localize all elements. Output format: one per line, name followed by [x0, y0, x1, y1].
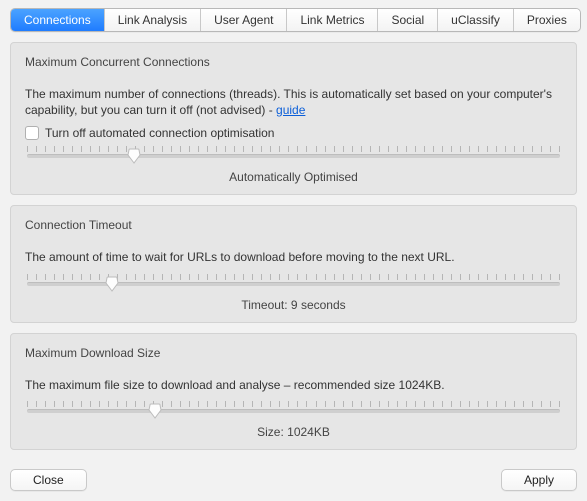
panel-title: Maximum Concurrent Connections: [25, 55, 562, 69]
apply-button[interactable]: Apply: [501, 469, 577, 491]
download-slider[interactable]: [25, 401, 562, 415]
tab-link-analysis[interactable]: Link Analysis: [105, 9, 201, 31]
checkbox-label: Turn off automated connection optimisati…: [45, 126, 274, 140]
panel-desc: The maximum file size to download and an…: [25, 378, 562, 394]
tab-connections[interactable]: Connections: [11, 9, 105, 31]
panel-concurrent: Maximum Concurrent Connections The maxim…: [10, 42, 577, 195]
tab-proxies[interactable]: Proxies: [514, 9, 580, 31]
panel-timeout: Connection Timeout The amount of time to…: [10, 205, 577, 323]
tab-bar: ConnectionsLink AnalysisUser AgentLink M…: [10, 8, 581, 32]
panel-desc: The amount of time to wait for URLs to d…: [25, 250, 562, 266]
checkbox-row[interactable]: Turn off automated connection optimisati…: [25, 126, 562, 140]
concurrent-slider[interactable]: [25, 146, 562, 160]
panel-desc: The maximum number of connections (threa…: [25, 87, 562, 118]
tab-link-metrics[interactable]: Link Metrics: [287, 9, 378, 31]
slider-caption: Timeout: 9 seconds: [25, 298, 562, 312]
panel-title: Maximum Download Size: [25, 346, 562, 360]
tab-social[interactable]: Social: [378, 9, 438, 31]
panel-download: Maximum Download Size The maximum file s…: [10, 333, 577, 451]
slider-caption: Size: 1024KB: [25, 425, 562, 439]
footer: Close Apply: [10, 463, 577, 491]
tab-user-agent[interactable]: User Agent: [201, 9, 287, 31]
checkbox-icon[interactable]: [25, 126, 39, 140]
panel-title: Connection Timeout: [25, 218, 562, 232]
tab-uclassify[interactable]: uClassify: [438, 9, 514, 31]
guide-link[interactable]: guide: [276, 103, 305, 117]
slider-track: [27, 154, 560, 158]
slider-track: [27, 409, 560, 413]
panels-container: Maximum Concurrent Connections The maxim…: [10, 42, 577, 463]
timeout-slider[interactable]: [25, 274, 562, 288]
close-button[interactable]: Close: [10, 469, 87, 491]
slider-caption: Automatically Optimised: [25, 170, 562, 184]
